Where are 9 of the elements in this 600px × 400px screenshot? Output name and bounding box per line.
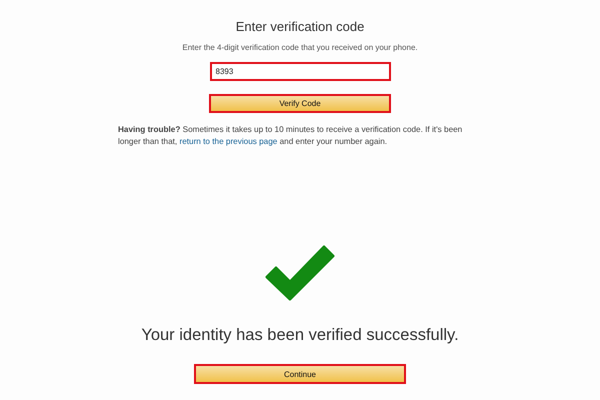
code-field[interactable]: 8393 (210, 62, 390, 81)
help-text: Having trouble? Sometimes it takes up to 10 minutes to receive a verification code. If it's been longer than that, return to the previous page and enter your number again. (118, 124, 464, 148)
instruction-text: Enter the 4-digit verification code that you received on your phone. (182, 43, 418, 52)
success-message: Your identity has been verified successfully. (141, 326, 459, 345)
previous-page-link[interactable]: return to the previous page (179, 137, 278, 146)
continue-button[interactable]: Continue (194, 364, 406, 384)
checkmark-icon (264, 244, 336, 302)
page-title: Enter verification code (236, 19, 364, 34)
verify-code-button[interactable]: Verify Code (209, 94, 391, 113)
